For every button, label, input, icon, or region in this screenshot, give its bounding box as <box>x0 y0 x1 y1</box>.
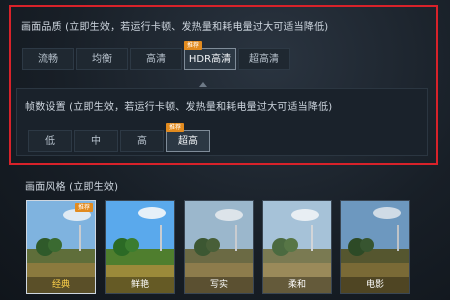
recommended-badge: 推荐 <box>184 41 203 50</box>
style-label: 电影 <box>341 277 409 293</box>
quality-option-ultra-hd[interactable]: 超高清 <box>238 48 290 70</box>
style-label: 鲜艳 <box>106 277 174 293</box>
option-label: 高清 <box>146 54 166 65</box>
fps-option-ultra[interactable]: 推荐 超高 <box>166 123 210 152</box>
option-label: 低 <box>45 136 55 147</box>
recommended-badge: 推荐 <box>74 203 93 212</box>
style-card-classic[interactable]: 推荐 经典 <box>26 200 96 294</box>
option-label: 超高清 <box>249 54 279 65</box>
style-label: 写实 <box>185 277 253 293</box>
frame-rate-options: 低 中 高 推荐 超高 <box>28 123 212 152</box>
frame-rate-title: 帧数设置 (立即生效，若运行卡顿、发热量和耗电量过大可适当降低) <box>25 102 333 113</box>
option-label: HDR高清 <box>188 54 232 65</box>
style-card-realistic[interactable]: 写实 <box>184 200 254 294</box>
fps-option-low[interactable]: 低 <box>28 130 72 152</box>
graphics-style-title: 画面风格 (立即生效) <box>25 182 119 193</box>
quality-option-smooth[interactable]: 流畅 <box>22 48 74 70</box>
quality-option-hdr-hd[interactable]: 推荐 HDR高清 <box>184 41 236 70</box>
style-card-cinematic[interactable]: 电影 <box>340 200 410 294</box>
style-card-vivid[interactable]: 鲜艳 <box>105 200 175 294</box>
quality-option-balanced[interactable]: 均衡 <box>76 48 128 70</box>
recommended-badge: 推荐 <box>166 123 185 132</box>
fps-option-medium[interactable]: 中 <box>74 130 118 152</box>
graphics-quality-title: 画面品质 (立即生效，若运行卡顿、发热量和耗电量过大可适当降低) <box>21 22 329 33</box>
option-label: 中 <box>91 136 101 147</box>
option-label: 均衡 <box>92 54 112 65</box>
option-label: 高 <box>137 136 147 147</box>
quality-option-hd[interactable]: 高清 <box>130 48 182 70</box>
style-label: 经典 <box>27 277 95 293</box>
caret-up-icon <box>199 82 207 87</box>
option-label: 超高 <box>178 136 198 147</box>
style-label: 柔和 <box>263 277 331 293</box>
fps-option-high[interactable]: 高 <box>120 130 164 152</box>
option-label: 流畅 <box>38 54 58 65</box>
graphics-quality-options: 流畅 均衡 高清 推荐 HDR高清 超高清 <box>22 41 292 70</box>
style-card-soft[interactable]: 柔和 <box>262 200 332 294</box>
